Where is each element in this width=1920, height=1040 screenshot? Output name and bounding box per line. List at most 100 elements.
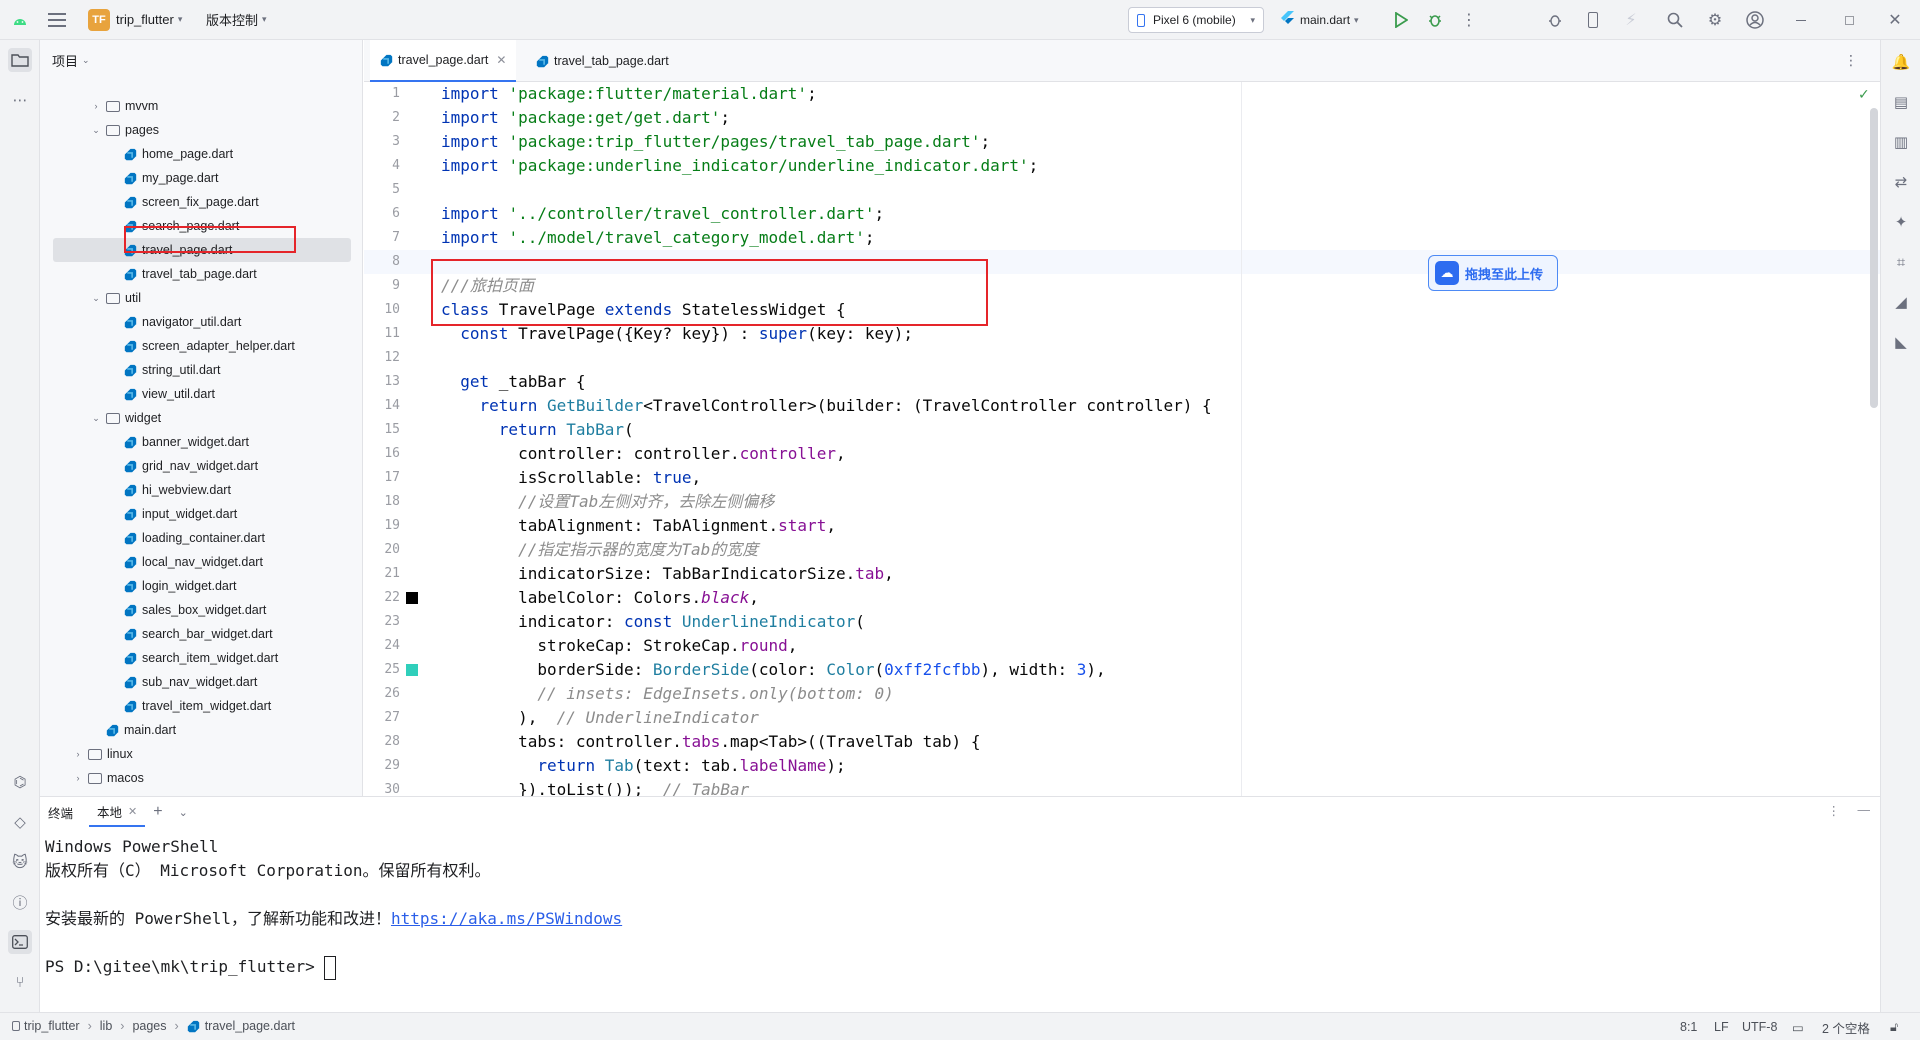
hide-panel-icon[interactable]: — xyxy=(1858,803,1871,817)
color-swatch[interactable] xyxy=(406,592,418,604)
bell-icon[interactable]: 🔔 xyxy=(1889,50,1913,74)
tree-item[interactable]: hi_webview.dart xyxy=(40,478,362,502)
tree-item[interactable]: main.dart xyxy=(40,718,362,742)
tab-travel-page[interactable]: travel_page.dart ✕ xyxy=(370,40,517,82)
sparkle-icon[interactable]: ✦ xyxy=(1889,210,1913,234)
check-icon[interactable]: ✓ xyxy=(1858,86,1870,103)
run-icon[interactable] xyxy=(1390,9,1412,31)
tree-item[interactable]: sales_box_widget.dart xyxy=(40,598,362,622)
tree-item[interactable]: › macos xyxy=(40,766,362,790)
vcs-selector[interactable]: 版本控制 ▾ xyxy=(206,0,267,40)
tree-item[interactable]: view_util.dart xyxy=(40,382,362,406)
tree-item[interactable]: travel_tab_page.dart xyxy=(40,262,362,286)
breadcrumb-item[interactable]: trip_flutter xyxy=(24,1019,80,1033)
terminal-options-icon[interactable]: ⋮ xyxy=(1828,803,1841,818)
android-icon[interactable] xyxy=(12,0,28,40)
terminal-icon[interactable] xyxy=(8,930,32,954)
tree-item[interactable]: string_util.dart xyxy=(40,358,362,382)
more-actions-icon[interactable]: ⋮ xyxy=(1458,9,1480,31)
gem-icon[interactable]: ◇ xyxy=(8,810,32,834)
upload-drop-button[interactable]: ☁ 拖拽至此上传 xyxy=(1428,255,1558,291)
flutter-performance-icon[interactable]: ◣ xyxy=(1889,330,1913,354)
chevron-down-icon[interactable]: ⌄ xyxy=(90,125,102,136)
breadcrumb-item[interactable]: travel_page.dart xyxy=(205,1019,295,1033)
close-icon[interactable]: ✕ xyxy=(1884,9,1906,31)
close-tab-icon[interactable]: ✕ xyxy=(496,53,506,67)
restore-icon[interactable] xyxy=(1838,9,1860,31)
flutter-inspector-icon[interactable]: ⌬ xyxy=(8,770,32,794)
tree-item[interactable]: screen_adapter_helper.dart xyxy=(40,334,362,358)
problems-icon[interactable]: ⓘ xyxy=(8,890,32,914)
lock-icon[interactable]: 🔓︎ xyxy=(1890,1013,1898,1040)
project-selector[interactable]: TF trip_flutter ▾ xyxy=(88,0,182,40)
device-manager-icon[interactable] xyxy=(1582,9,1604,31)
tree-item[interactable]: travel_item_widget.dart xyxy=(40,694,362,718)
breadcrumb-item[interactable]: lib xyxy=(100,1019,113,1033)
code-editor[interactable]: 1 2 3 4 5 6 7 8 9 10 11 12 13 14 15 16 17 18 19 20 21 22 23 24 2… xyxy=(364,82,1880,796)
tree-item[interactable]: › mvvm xyxy=(40,94,362,118)
scan-icon[interactable]: ⌗ xyxy=(1889,250,1913,274)
tree-item[interactable]: sub_nav_widget.dart xyxy=(40,670,362,694)
tab-travel-tab-page[interactable]: travel_tab_page.dart xyxy=(526,40,679,82)
bug-icon[interactable] xyxy=(1544,9,1566,31)
main-menu-icon[interactable] xyxy=(48,0,66,40)
chevron-down-icon[interactable]: ⌄ xyxy=(90,293,102,304)
tree-item[interactable]: navigator_util.dart xyxy=(40,310,362,334)
git-icon[interactable]: ⑂ xyxy=(8,970,32,994)
terminal-session-tab[interactable]: 本地 ✕ xyxy=(89,797,146,827)
tree-item[interactable]: ⌄ util xyxy=(40,286,362,310)
tree-item[interactable]: grid_nav_widget.dart xyxy=(40,454,362,478)
breadcrumb-item[interactable]: pages xyxy=(132,1019,166,1033)
editor-scrollbar[interactable] xyxy=(1870,108,1878,408)
tree-item[interactable]: input_widget.dart xyxy=(40,502,362,526)
flutter-outline-icon[interactable]: ◢ xyxy=(1889,290,1913,314)
powershell-link[interactable]: https://aka.ms/PSWindows xyxy=(391,909,622,928)
links-icon[interactable]: ⇄ xyxy=(1889,170,1913,194)
project-folder-icon[interactable] xyxy=(8,48,32,72)
tree-item[interactable]: search_page.dart xyxy=(40,214,362,238)
run-config-selector[interactable]: main.dart ▾ xyxy=(1280,7,1359,33)
tree-item[interactable]: home_page.dart xyxy=(40,142,362,166)
chevron-down-icon[interactable]: ⌄ xyxy=(171,797,196,827)
chevron-right-icon[interactable]: › xyxy=(90,101,102,111)
file-encoding[interactable]: UTF-8 xyxy=(1742,1013,1777,1040)
minimize-icon[interactable] xyxy=(1790,9,1812,31)
chevron-right-icon[interactable]: › xyxy=(72,773,84,783)
search-icon[interactable] xyxy=(1664,9,1686,31)
gear-icon[interactable]: ⚙ xyxy=(1704,9,1726,31)
readonly-toggle-icon[interactable]: ▭ xyxy=(1792,1013,1804,1040)
tree-item[interactable]: local_nav_widget.dart xyxy=(40,550,362,574)
tree-item[interactable]: search_bar_widget.dart xyxy=(40,622,362,646)
tree-item[interactable]: login_widget.dart xyxy=(40,574,362,598)
tree-item[interactable]: search_item_widget.dart xyxy=(40,646,362,670)
tree-item[interactable]: loading_container.dart xyxy=(40,526,362,550)
tab-actions-icon[interactable]: ⋮ xyxy=(1844,52,1858,69)
device-file-icon[interactable]: ▥ xyxy=(1889,130,1913,154)
terminal-prompt-line[interactable]: PS D:\gitee\mk\trip_flutter> xyxy=(45,955,622,980)
close-session-icon[interactable]: ✕ xyxy=(128,805,137,818)
indent-setting[interactable]: 2 个空格 xyxy=(1822,1013,1870,1040)
new-session-icon[interactable]: + xyxy=(145,797,170,827)
hot-reload-icon[interactable]: ⚡ xyxy=(1620,9,1642,31)
chevron-right-icon[interactable]: › xyxy=(72,749,84,759)
dart-file-icon xyxy=(124,652,137,664)
more-tools-icon[interactable]: ⋯ xyxy=(8,88,32,112)
chevron-down-icon[interactable]: ⌄ xyxy=(90,413,102,424)
tree-item[interactable]: my_page.dart xyxy=(40,166,362,190)
tree-item[interactable]: ⌄ pages xyxy=(40,118,362,142)
project-panel-header[interactable]: 项目 ⌄ xyxy=(40,40,362,80)
account-icon[interactable] xyxy=(1744,9,1766,31)
tree-item[interactable]: banner_widget.dart xyxy=(40,430,362,454)
gradle-icon[interactable]: ▤ xyxy=(1889,90,1913,114)
color-swatch[interactable] xyxy=(406,664,418,676)
terminal-output[interactable]: Windows PowerShell 版权所有（C） Microsoft Cor… xyxy=(45,835,622,980)
device-selector[interactable]: Pixel 6 (mobile) ▾ xyxy=(1128,7,1264,33)
line-separator[interactable]: LF xyxy=(1714,1013,1729,1040)
tree-item[interactable]: screen_fix_page.dart xyxy=(40,190,362,214)
tree-item[interactable]: ⌄ widget xyxy=(40,406,362,430)
logcat-icon[interactable]: 🐱 xyxy=(8,850,32,874)
tree-item[interactable]: travel_page.dart xyxy=(53,238,351,262)
debug-icon[interactable] xyxy=(1424,9,1446,31)
tree-item[interactable]: › linux xyxy=(40,742,362,766)
cursor-position[interactable]: 8:1 xyxy=(1680,1013,1697,1040)
